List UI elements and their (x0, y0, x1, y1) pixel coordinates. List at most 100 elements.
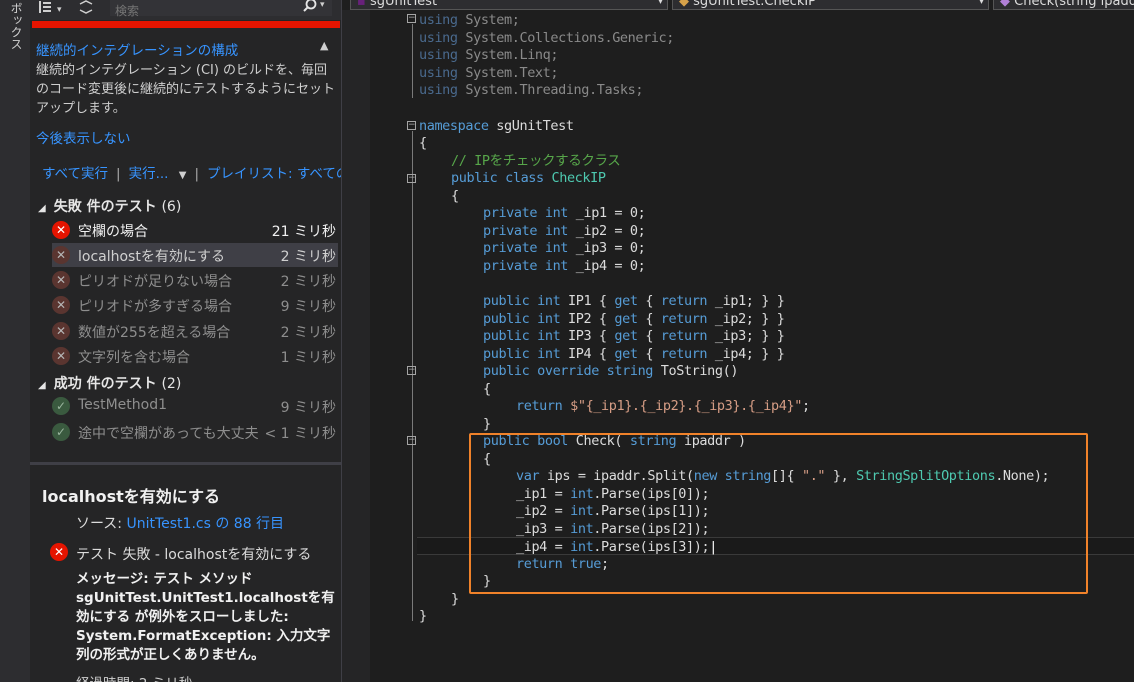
test-duration: 2 ミリ秒 (280, 249, 336, 265)
run-dropdown[interactable]: 実行... (129, 166, 169, 182)
toolbox-tab-label[interactable]: ボックス (8, 2, 25, 50)
test-row-selected[interactable]: ✕ localhostを有効にする 2 ミリ秒 (52, 243, 338, 267)
test-duration: 2 ミリ秒 (280, 274, 336, 290)
code-line: private int _ip3 = 0; (483, 240, 646, 256)
code-line: public class CheckIP (451, 170, 606, 186)
code-line: using System.Collections.Generic; (419, 30, 675, 46)
chevron-down-icon: ▾ (978, 0, 984, 7)
search-input[interactable] (110, 4, 275, 18)
csharp-project-icon: ▪ (357, 0, 366, 9)
code-editor: ▪ sgUnitTest ▾ ◆ sgUnitTest.CheckIP ▾ ◆ … (342, 0, 1134, 682)
test-name: TestMethod1 (78, 397, 167, 413)
test-name: 途中で空欄があっても大丈夫 (78, 426, 259, 442)
test-duration: 21 ミリ秒 (271, 224, 336, 240)
passed-status-icon: ✓ (52, 397, 70, 415)
class-name: sgUnitTest.CheckIP (693, 0, 817, 9)
test-row[interactable]: ✕ 空欄の場合 21 ミリ秒 (52, 218, 338, 242)
code-line: // IPをチェックするクラス (451, 153, 621, 169)
test-name: 文字列を含む場合 (78, 350, 190, 366)
failed-status-icon: ✕ (52, 296, 70, 314)
run-all-link[interactable]: すべて実行 (42, 166, 108, 182)
project-name: sgUnitTest (369, 0, 438, 9)
passed-tests-group-header[interactable]: ◢ 成功 件のテスト (2) (38, 373, 181, 393)
code-line: private int _ip2 = 0; (483, 223, 646, 239)
expand-triangle-icon[interactable]: ◢ (38, 203, 46, 214)
class-icon: ◆ (679, 0, 689, 9)
code-line: public int IP3 { get { return _ip3; } } (483, 328, 785, 344)
test-name: ピリオドが足りない場合 (78, 274, 232, 290)
failed-status-icon: ✕ (52, 221, 70, 239)
test-name: 空欄の場合 (78, 224, 148, 240)
chevron-down-icon: ▾ (657, 0, 663, 7)
test-row[interactable]: ✓ TestMethod1 9 ミリ秒 (52, 394, 338, 418)
method-icon: ◆ (1000, 0, 1010, 9)
code-line: using System.Linq; (419, 47, 559, 63)
test-name: localhostを有効にする (78, 249, 225, 265)
test-duration: 9 ミリ秒 (280, 400, 336, 416)
playlist-dropdown[interactable]: プレイリスト: すべての (207, 166, 341, 182)
search-icon[interactable] (302, 0, 318, 18)
code-line: return $"{_ip1}.{_ip2}.{_ip3}.{_ip4}"; (516, 398, 810, 414)
group-by-dropdown-icon[interactable]: ▾ (57, 2, 62, 18)
search-dropdown-icon[interactable]: ▾ (320, 0, 325, 10)
code-line: public int IP2 { get { return _ip2; } } (483, 311, 785, 327)
source-file-link[interactable]: UnitTest1.cs の 88 行目 (126, 516, 284, 532)
test-row[interactable]: ✓ 途中で空欄があっても大丈夫 < 1 ミリ秒 (52, 420, 338, 444)
passed-group-label: 成功 件のテスト (53, 376, 157, 392)
failed-status-icon: ✕ (52, 246, 70, 264)
passed-group-count: (2) (161, 376, 182, 392)
passed-status-icon: ✓ (52, 423, 70, 441)
sort-icon[interactable] (78, 0, 94, 19)
collapse-banner-icon[interactable]: ▲ (320, 39, 328, 52)
test-duration: 2 ミリ秒 (280, 325, 336, 341)
details-splitter[interactable] (30, 462, 341, 465)
group-by-icon[interactable] (38, 0, 54, 19)
failed-tests-group-header[interactable]: ◢ 失敗 件のテスト (6) (38, 196, 181, 216)
test-row[interactable]: ✕ 数値が255を超える場合 2 ミリ秒 (52, 319, 338, 343)
failed-group-count: (6) (161, 199, 182, 215)
project-dropdown[interactable]: ▪ sgUnitTest ▾ (350, 0, 668, 10)
details-test-title: localhostを有効にする (42, 487, 220, 506)
code-line: { (451, 188, 459, 204)
code-line: } (419, 608, 427, 624)
code-line: private int _ip4 = 0; (483, 258, 646, 274)
class-dropdown[interactable]: ◆ sgUnitTest.CheckIP ▾ (672, 0, 989, 10)
failed-status-icon: ✕ (52, 271, 70, 289)
explorer-toolbar: ▾ ▾ (30, 0, 341, 20)
ci-banner-title-link[interactable]: 継続的インテグレーションの構成 (36, 39, 238, 59)
member-dropdown[interactable]: ◆ Check(string ipaddr) (993, 0, 1134, 10)
test-row[interactable]: ✕ ピリオドが多すぎる場合 9 ミリ秒 (52, 293, 338, 317)
separator: | (194, 166, 200, 182)
failed-status-icon: ✕ (50, 543, 68, 561)
test-name: ピリオドが多すぎる場合 (78, 299, 232, 315)
details-elapsed: 経過時間: 2 ミリ秒 (76, 672, 192, 682)
search-box: ▾ (110, 0, 332, 18)
details-message: メッセージ: テスト メソッド sgUnitTest.UnitTest1.loc… (76, 571, 335, 663)
test-duration: 9 ミリ秒 (280, 299, 336, 315)
code-line: private int _ip1 = 0; (483, 205, 646, 221)
navigation-bar: ▪ sgUnitTest ▾ ◆ sgUnitTest.CheckIP ▾ ◆ … (342, 0, 1134, 10)
dont-show-again-link[interactable]: 今後表示しない (36, 127, 131, 147)
code-line: using System.Text; (419, 65, 559, 81)
expand-triangle-icon[interactable]: ◢ (38, 380, 46, 391)
code-line: { (483, 381, 491, 397)
code-line: public override string ToString() (483, 363, 739, 379)
code-line: } (483, 416, 491, 432)
code-line: public int IP4 { get { return _ip4; } } (483, 346, 785, 362)
failed-status-icon: ✕ (52, 322, 70, 340)
test-row[interactable]: ✕ 文字列を含む場合 1 ミリ秒 (52, 344, 338, 368)
run-dropdown-chevron-icon[interactable]: ▼ (179, 170, 187, 181)
test-duration: < 1 ミリ秒 (264, 426, 336, 442)
code-line: { (419, 135, 427, 151)
failed-group-label: 失敗 件のテスト (53, 199, 157, 215)
test-explorer-panel: ▾ ▾ 継続的インテグレーションの構成 ▲ 継続的インテグレーション (CI) … (30, 0, 342, 682)
test-row[interactable]: ✕ ピリオドが足りない場合 2 ミリ秒 (52, 268, 338, 292)
test-name: 数値が255を超える場合 (78, 325, 231, 341)
separator: | (116, 166, 121, 182)
details-result: テスト 失敗 - localhostを有効にする (76, 547, 312, 563)
test-duration: 1 ミリ秒 (280, 350, 336, 366)
code-line: using System.Threading.Tasks; (419, 82, 644, 98)
source-label: ソース: (76, 516, 127, 532)
code-line: namespace sgUnitTest (419, 118, 574, 134)
ci-banner-description: 継続的インテグレーション (CI) のビルドを、毎回のコード変更後に継続的にテス… (36, 63, 336, 116)
